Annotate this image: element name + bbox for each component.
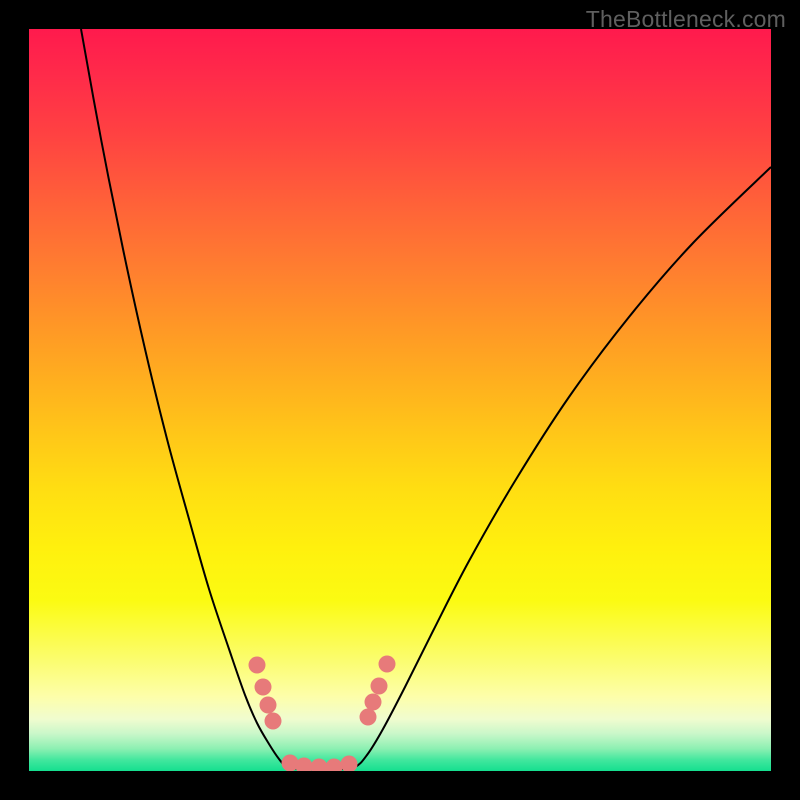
chart-frame: TheBottleneck.com xyxy=(0,0,800,800)
curve-markers xyxy=(249,656,396,772)
curve-marker xyxy=(249,657,266,674)
curve-marker xyxy=(326,759,343,772)
curve-marker xyxy=(365,694,382,711)
curve-marker xyxy=(371,678,388,695)
curve-marker xyxy=(360,709,377,726)
curve-marker xyxy=(311,759,328,772)
curve-marker xyxy=(260,697,277,714)
curve-marker xyxy=(265,713,282,730)
bottleneck-curve xyxy=(81,29,771,769)
plot-area xyxy=(29,29,771,771)
curve-marker xyxy=(255,679,272,696)
watermark: TheBottleneck.com xyxy=(586,6,786,33)
curve-marker xyxy=(379,656,396,673)
curve-marker xyxy=(341,756,358,772)
curve-layer xyxy=(29,29,771,771)
curve-marker xyxy=(296,758,313,772)
